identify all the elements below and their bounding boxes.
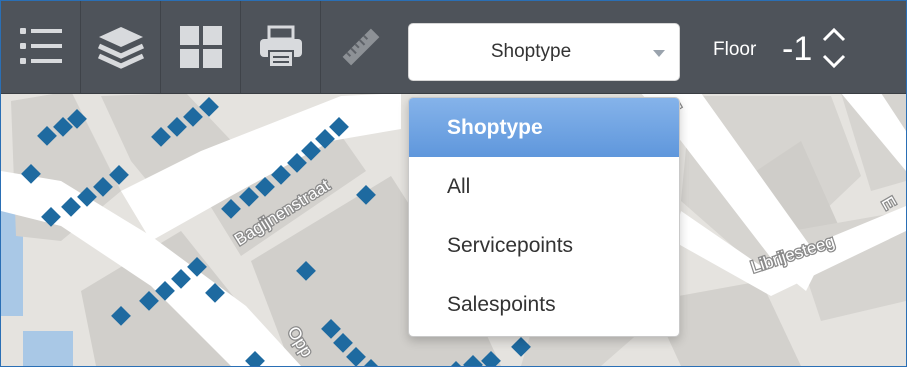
shoptype-select-value: Shoptype xyxy=(490,41,572,62)
list-icon xyxy=(19,28,62,64)
chevron-up-icon xyxy=(822,27,846,42)
floor-value: -1 xyxy=(782,30,813,68)
floor-label: Floor xyxy=(713,39,757,60)
shoptype-select[interactable]: Shoptype xyxy=(408,23,680,81)
map-viewport[interactable]: Bagijnenstraat Librijesteeg Opp an E xyxy=(0,0,907,367)
printer-icon xyxy=(259,25,302,68)
floor-down-button[interactable] xyxy=(819,49,849,73)
list-button[interactable] xyxy=(1,1,81,93)
toolbar: Shoptype Floor -1 xyxy=(1,1,906,94)
print-button[interactable] xyxy=(241,1,321,93)
dropdown-option-servicepoints[interactable]: Servicepoints xyxy=(409,216,679,275)
layers-icon xyxy=(97,27,144,69)
dropdown-option-shoptype[interactable]: Shoptype xyxy=(409,98,679,157)
ruler-icon xyxy=(342,28,379,66)
floor-up-button[interactable] xyxy=(819,23,849,47)
dropdown-option-salespoints[interactable]: Salespoints xyxy=(409,275,679,334)
grid-button[interactable] xyxy=(161,1,241,93)
layers-button[interactable] xyxy=(81,1,161,93)
grid-icon xyxy=(179,26,222,68)
measure-button[interactable] xyxy=(321,1,400,93)
chevron-down-icon xyxy=(653,50,665,57)
dropdown-option-all[interactable]: All xyxy=(409,157,679,216)
shoptype-dropdown-menu: Shoptype All Servicepoints Salespoints xyxy=(408,97,680,337)
water-area xyxy=(23,331,73,366)
chevron-down-icon xyxy=(822,54,846,69)
